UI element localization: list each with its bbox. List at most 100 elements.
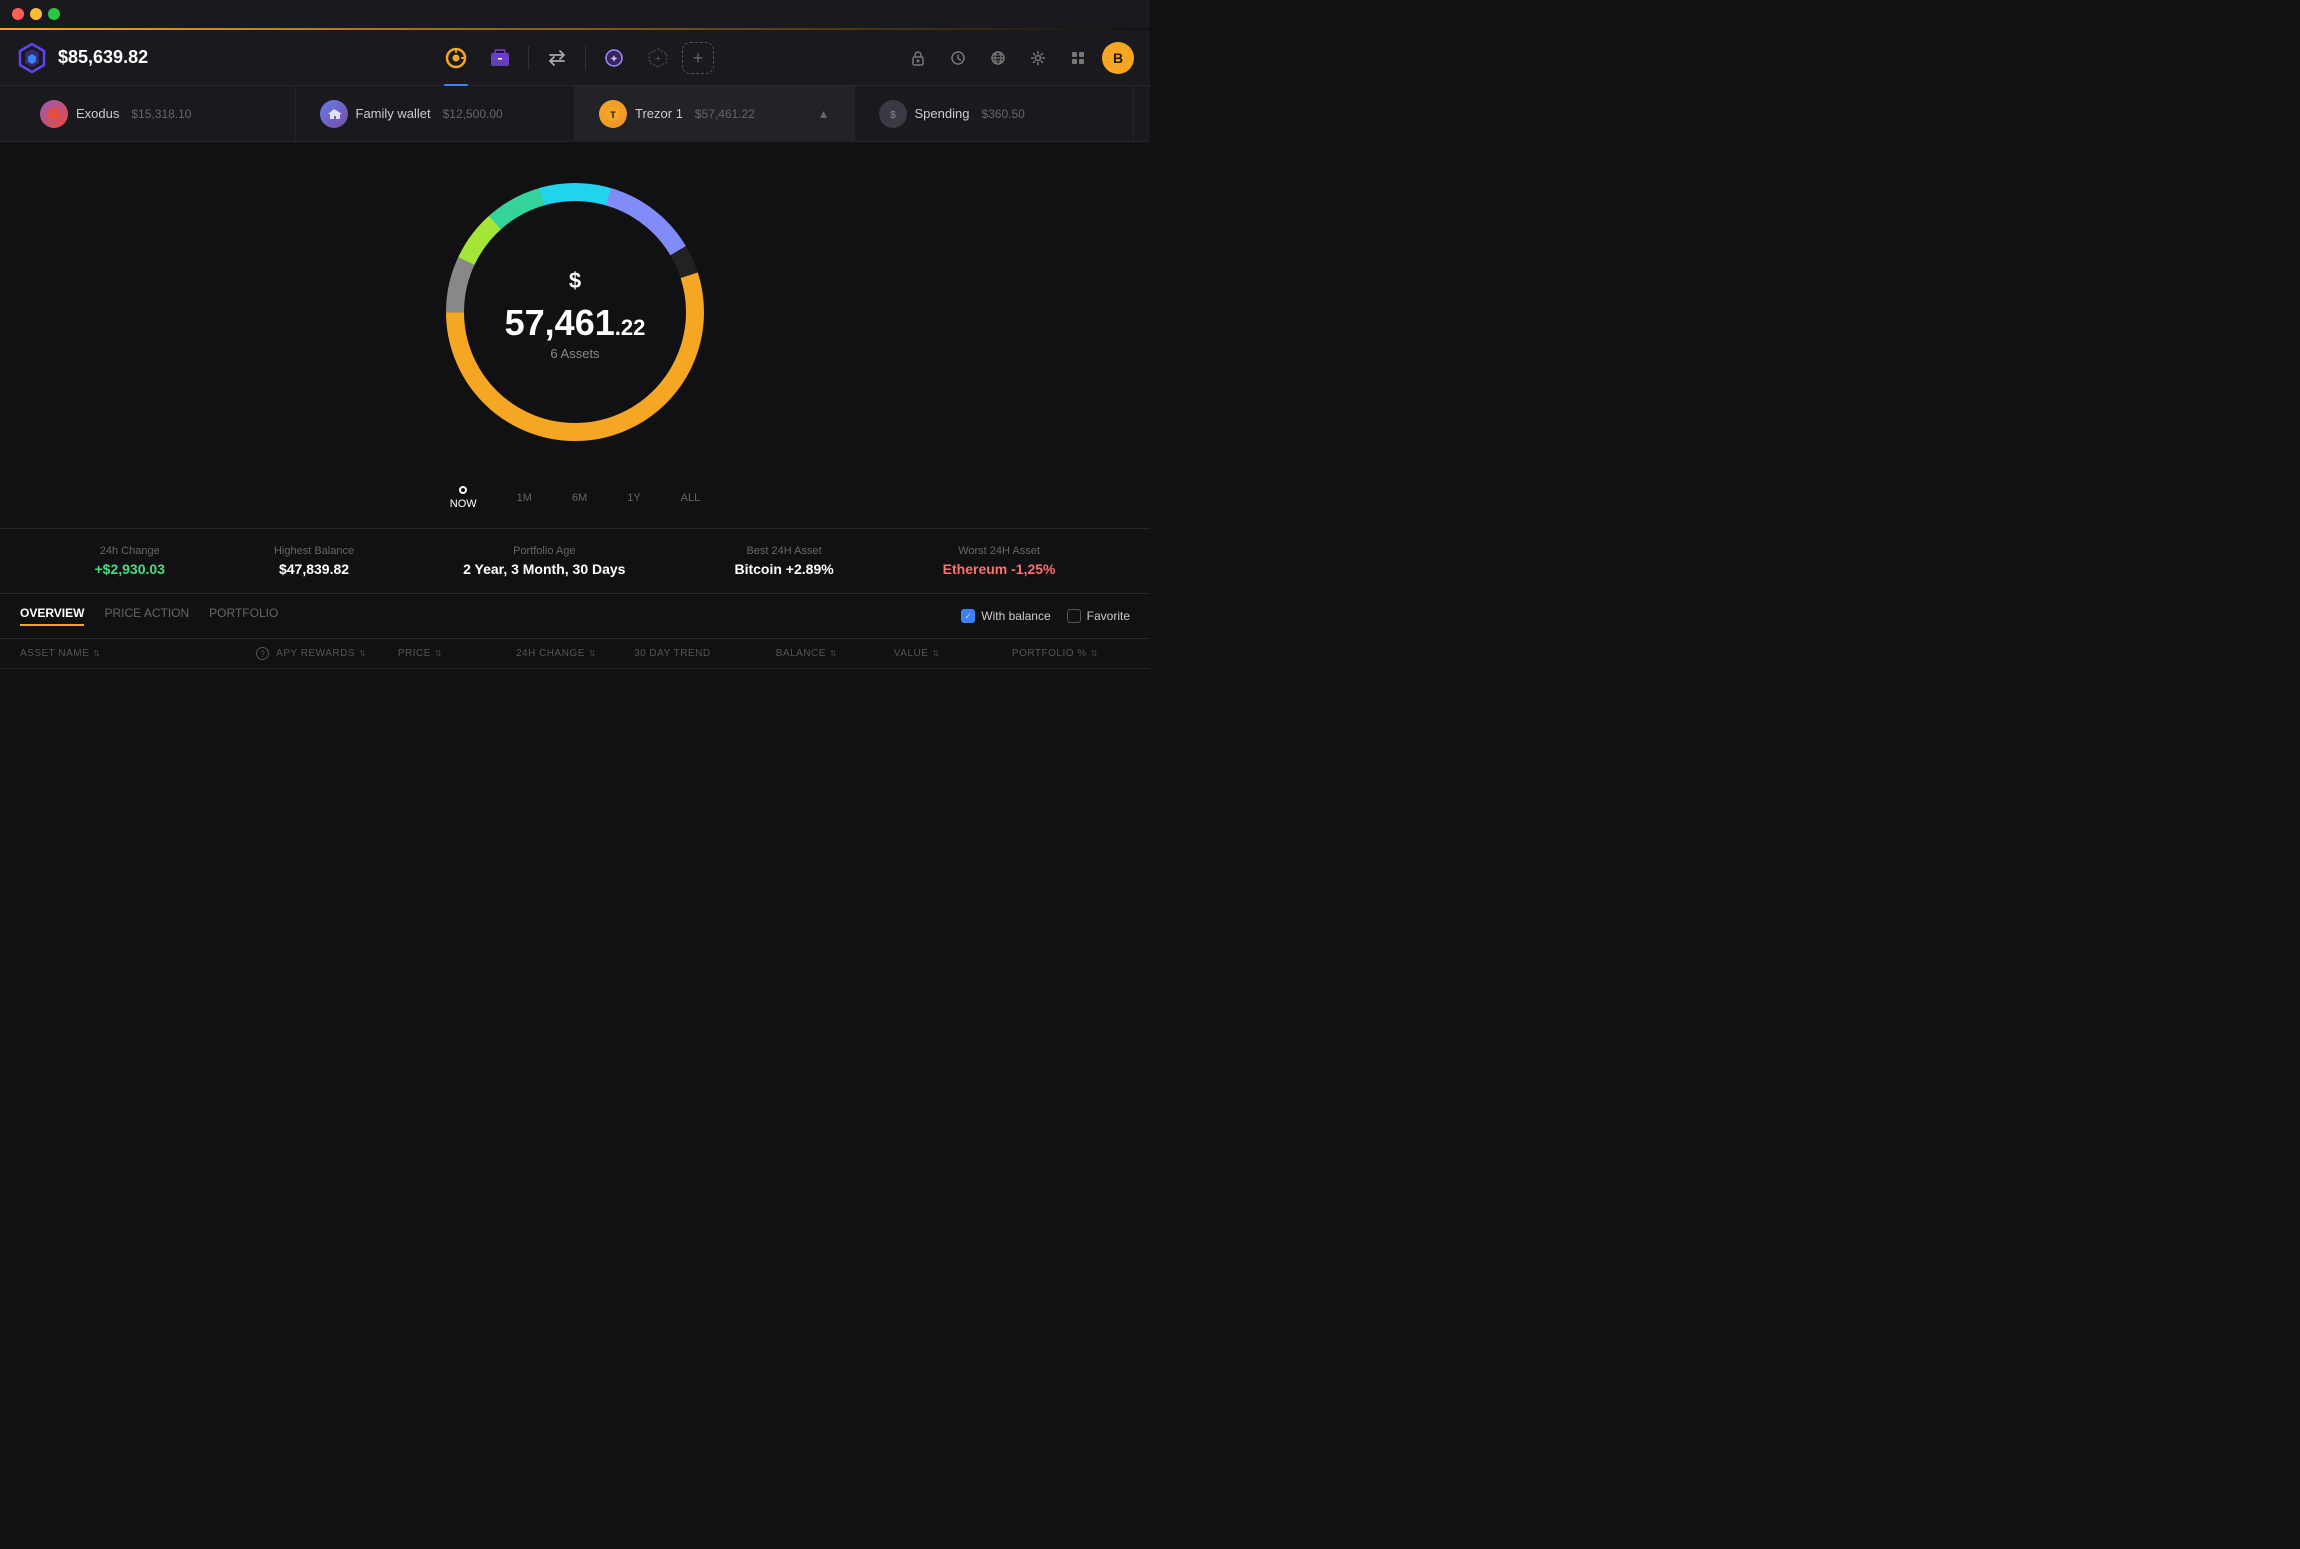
- spending-wallet-icon: $: [879, 100, 907, 128]
- exodus-wallet-icon: [40, 100, 68, 128]
- tab-price-action[interactable]: PRICE ACTION: [104, 606, 189, 626]
- trezor-arrow-icon: ▲: [818, 107, 830, 121]
- tab-overview[interactable]: OVERVIEW: [20, 606, 84, 626]
- svg-text:T: T: [610, 110, 616, 120]
- settings-icon[interactable]: [1022, 42, 1054, 74]
- timeline-6m[interactable]: 6M: [572, 492, 587, 504]
- titlebar: [0, 0, 1150, 28]
- stat-24h-change: 24h Change +$2,930.03: [95, 545, 165, 577]
- sort-price-icon: ⇅: [435, 649, 442, 658]
- stat-age-label: Portfolio Age: [463, 545, 625, 557]
- stat-worst-value: Ethereum -1,25%: [943, 561, 1056, 577]
- tab-portfolio[interactable]: PORTFOLIO: [209, 606, 278, 626]
- sort-portfolio-icon: ⇅: [1091, 649, 1098, 658]
- grid-icon[interactable]: [1062, 42, 1094, 74]
- filter-bar: OVERVIEW PRICE ACTION PORTFOLIO ✓ With b…: [0, 594, 1150, 639]
- exodus-balance: $15,318.10: [131, 107, 191, 121]
- table-header: ASSET NAME ⇅ ? APY REWARDS ⇅ PRICE ⇅ 24H…: [0, 639, 1150, 669]
- right-nav: B: [902, 42, 1134, 74]
- timeline: NOW 1M 6M 1Y ALL: [450, 478, 701, 518]
- favorite-label: Favorite: [1087, 609, 1130, 623]
- wallet-tab-trezor[interactable]: T Trezor 1 $57,461.22 ▲: [575, 86, 855, 142]
- stat-highest-balance: Highest Balance $47,839.82: [274, 545, 354, 577]
- apy-help-icon: ?: [256, 647, 269, 660]
- th-value[interactable]: VALUE ⇅: [894, 647, 1012, 660]
- center-nav: ✦ + +: [436, 38, 714, 78]
- timeline-1m[interactable]: 1M: [517, 492, 532, 504]
- spending-name: Spending: [915, 106, 970, 121]
- donut-chart[interactable]: $57,461.22 6 Assets: [425, 162, 725, 462]
- sort-value-icon: ⇅: [932, 649, 939, 658]
- logo-area: $85,639.82: [16, 42, 176, 74]
- th-asset-name[interactable]: ASSET NAME ⇅: [20, 647, 256, 660]
- sort-24h-icon: ⇅: [589, 649, 596, 658]
- globe-icon[interactable]: [982, 42, 1014, 74]
- app-logo[interactable]: [16, 42, 48, 74]
- wallet-tabs-bar: Exodus $15,318.10 Family wallet $12,500.…: [0, 86, 1150, 142]
- trezor-balance: $57,461.22: [695, 107, 755, 121]
- user-avatar[interactable]: B: [1102, 42, 1134, 74]
- with-balance-checkbox[interactable]: ✓: [961, 609, 975, 623]
- nav-separator-2: [585, 46, 586, 70]
- nav-swap[interactable]: [537, 38, 577, 78]
- wallet-tab-family[interactable]: Family wallet $12,500.00: [296, 86, 576, 142]
- amount-cents: .22: [615, 315, 646, 340]
- stat-highest-value: $47,839.82: [274, 561, 354, 577]
- trezor-name: Trezor 1: [635, 106, 683, 121]
- stat-24h-label: 24h Change: [95, 545, 165, 557]
- timeline-dot-now: [459, 486, 467, 494]
- sort-asset-icon: ⇅: [93, 649, 100, 658]
- timeline-now[interactable]: NOW: [450, 486, 477, 510]
- minimize-btn[interactable]: [30, 8, 42, 20]
- lock-icon[interactable]: [902, 42, 934, 74]
- stat-best-label: Best 24H Asset: [734, 545, 833, 557]
- wallet-tab-exodus[interactable]: Exodus $15,318.10: [16, 86, 296, 142]
- nav-separator: [528, 46, 529, 70]
- th-balance[interactable]: BALANCE ⇅: [776, 647, 894, 660]
- svg-text:✦: ✦: [609, 53, 618, 65]
- th-price[interactable]: PRICE ⇅: [398, 647, 516, 660]
- favorite-checkbox[interactable]: [1067, 609, 1081, 623]
- spending-balance: $360.50: [981, 107, 1024, 121]
- nav-dashboard[interactable]: [436, 38, 476, 78]
- stat-best-value: Bitcoin +2.89%: [734, 561, 833, 577]
- history-icon[interactable]: [942, 42, 974, 74]
- close-btn[interactable]: [12, 8, 24, 20]
- stat-highest-label: Highest Balance: [274, 545, 354, 557]
- stat-best-asset: Best 24H Asset Bitcoin +2.89%: [734, 545, 833, 577]
- with-balance-filter[interactable]: ✓ With balance: [961, 609, 1050, 623]
- nav-portfolio[interactable]: [480, 38, 520, 78]
- stat-age-value: 2 Year, 3 Month, 30 Days: [463, 561, 625, 577]
- wallet-tab-spending[interactable]: $ Spending $360.50: [855, 86, 1135, 142]
- donut-center-info: $57,461.22 6 Assets: [500, 263, 650, 361]
- th-apy-rewards[interactable]: ? APY REWARDS ⇅: [256, 647, 398, 660]
- sort-apy-icon: ⇅: [359, 649, 366, 658]
- filter-right: ✓ With balance Favorite: [961, 609, 1130, 623]
- stat-portfolio-age: Portfolio Age 2 Year, 3 Month, 30 Days: [463, 545, 625, 577]
- th-30day-trend: 30 DAY TREND: [634, 647, 776, 660]
- nav-add-account[interactable]: +: [638, 38, 678, 78]
- stat-worst-asset: Worst 24H Asset Ethereum -1,25%: [943, 545, 1056, 577]
- maximize-btn[interactable]: [48, 8, 60, 20]
- filter-tabs: OVERVIEW PRICE ACTION PORTFOLIO: [20, 606, 278, 626]
- th-portfolio-pct[interactable]: PORTFOLIO % ⇅: [1012, 647, 1130, 660]
- family-wallet-icon: [320, 100, 348, 128]
- svg-text:$: $: [890, 110, 896, 121]
- portfolio-value-display: $57,461.22: [500, 263, 650, 342]
- asset-count: 6 Assets: [500, 346, 650, 361]
- exodus-name: Exodus: [76, 106, 119, 121]
- family-balance: $12,500.00: [443, 107, 503, 121]
- dollar-sign: $: [569, 269, 581, 293]
- topbar: $85,639.82: [0, 30, 1150, 86]
- sort-balance-icon: ⇅: [830, 649, 837, 658]
- stat-24h-value: +$2,930.03: [95, 561, 165, 577]
- timeline-all[interactable]: ALL: [681, 492, 701, 504]
- favorite-filter[interactable]: Favorite: [1067, 609, 1130, 623]
- timeline-1y[interactable]: 1Y: [627, 492, 640, 504]
- nav-explore[interactable]: ✦: [594, 38, 634, 78]
- stats-row: 24h Change +$2,930.03 Highest Balance $4…: [0, 528, 1150, 594]
- amount-main: 57,461: [505, 302, 615, 343]
- chart-section: $57,461.22 6 Assets NOW 1M 6M 1Y ALL: [0, 142, 1150, 528]
- nav-add-button[interactable]: +: [682, 42, 714, 74]
- th-24h-change[interactable]: 24H CHANGE ⇅: [516, 647, 634, 660]
